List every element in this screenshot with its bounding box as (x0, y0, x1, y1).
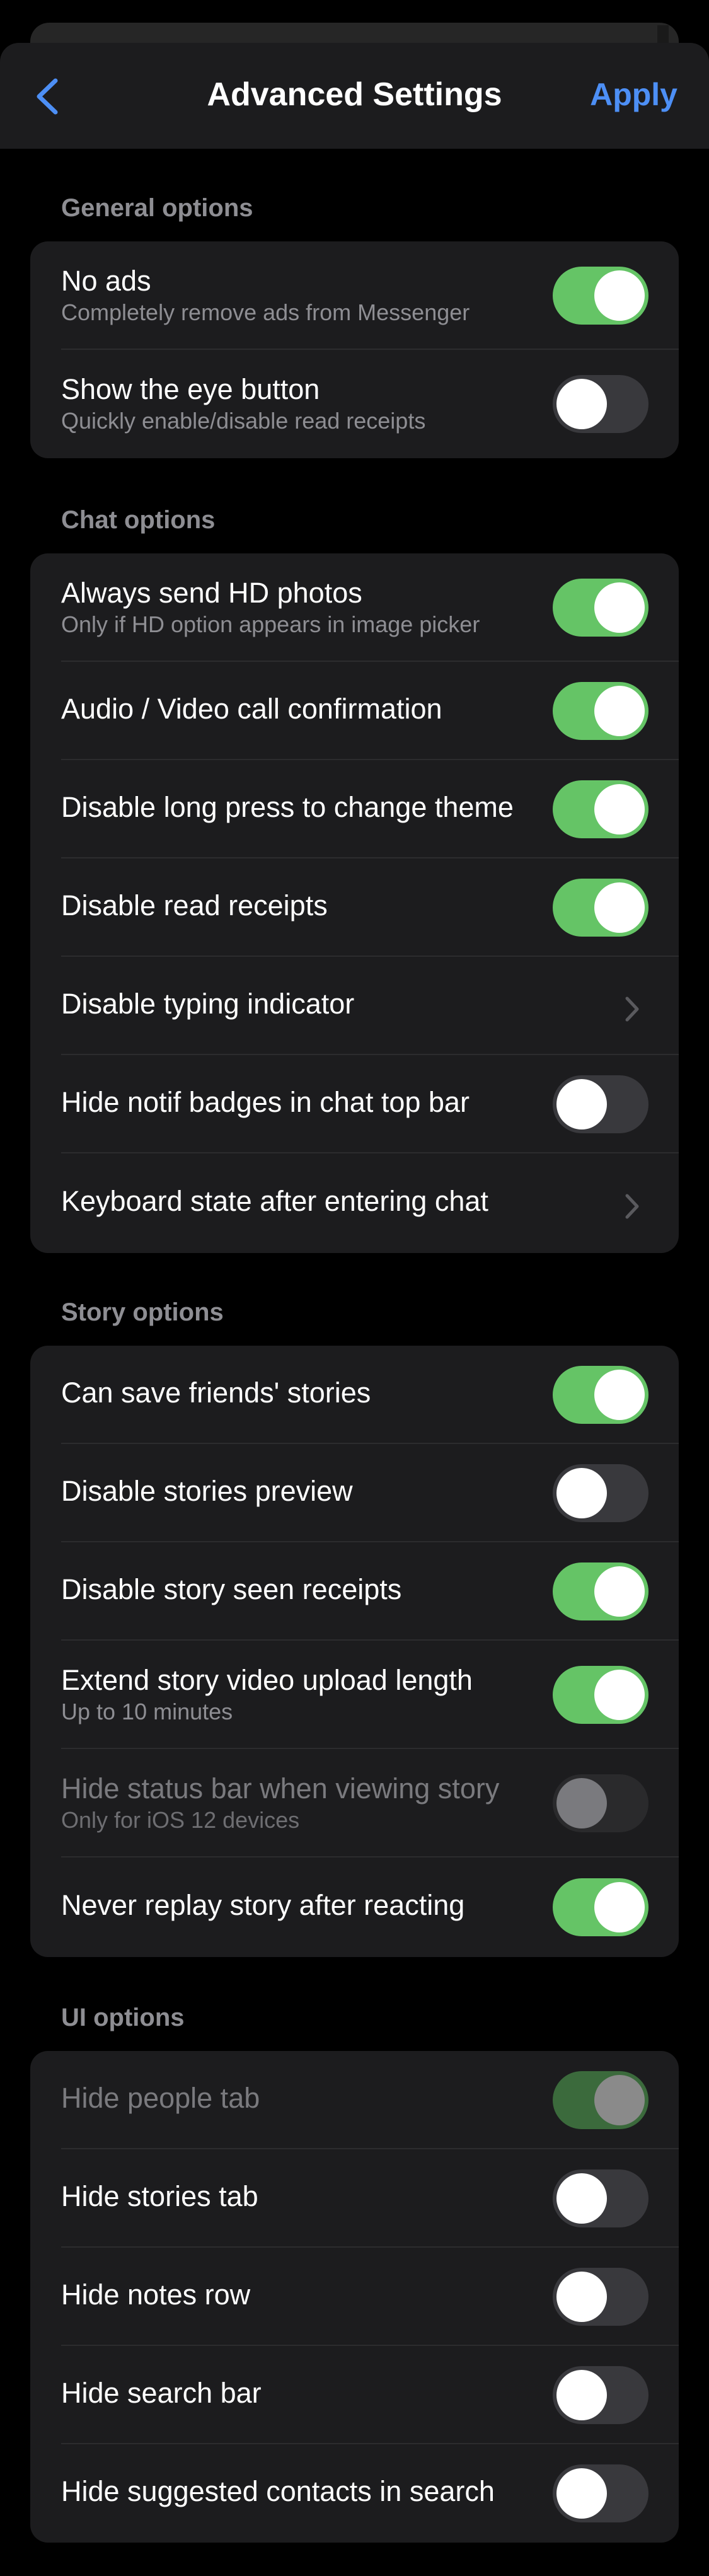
toggle-knob (594, 1882, 645, 1932)
toggle-switch[interactable] (553, 1878, 648, 1936)
setting-label: Hide suggested contacts in search (61, 2475, 495, 2507)
toggle-switch[interactable] (553, 2366, 648, 2424)
setting-row-no-ads: No ads Completely remove ads from Messeng… (30, 241, 679, 350)
toggle-knob (556, 1468, 607, 1518)
toggle-switch[interactable] (553, 1666, 648, 1724)
setting-row-disable-stories-preview: Disable stories preview (30, 1444, 679, 1542)
toggle-knob (594, 882, 645, 933)
setting-row-extend-story-video-upload-length: Extend story video upload length Up to 10… (30, 1641, 679, 1749)
setting-label: Hide search bar (61, 2377, 262, 2409)
setting-label: Always send HD photos (61, 577, 362, 609)
setting-row-never-replay-story-after-reacting: Never replay story after reacting (30, 1857, 679, 1957)
setting-label: Can save friends' stories (61, 1377, 371, 1409)
setting-label: Never replay story after reacting (61, 1889, 465, 1921)
chevron-right-icon (623, 1192, 641, 1221)
setting-label: Extend story video upload length (61, 1664, 473, 1696)
setting-description: Only if HD option appears in image picke… (61, 611, 480, 637)
toggle-switch (553, 1774, 648, 1832)
setting-row-hide-notes-row: Hide notes row (30, 2248, 679, 2346)
toggle-knob (556, 2272, 607, 2322)
setting-row-hide-search-bar: Hide search bar (30, 2346, 679, 2444)
toggle-switch[interactable] (553, 267, 648, 325)
section-header-story-options: Story options (61, 1298, 224, 1326)
toggle-knob (594, 1670, 645, 1720)
toggle-switch[interactable] (553, 780, 648, 838)
setting-row-disable-long-press-to-change-theme: Disable long press to change theme (30, 760, 679, 858)
setting-row-can-save-friends-stories: Can save friends' stories (30, 1346, 679, 1444)
toggle-switch[interactable] (553, 1562, 648, 1620)
toggle-switch[interactable] (553, 375, 648, 433)
setting-row-disable-typing-indicator[interactable]: Disable typing indicator (30, 957, 679, 1055)
setting-row-always-send-hd-photos: Always send HD photos Only if HD option a… (30, 553, 679, 662)
setting-description: Only for iOS 12 devices (61, 1807, 300, 1833)
toggle-knob (556, 1079, 607, 1129)
toggle-switch[interactable] (553, 2464, 648, 2522)
setting-row-keyboard-state-after-entering-chat[interactable]: Keyboard state after entering chat (30, 1153, 679, 1253)
navigation-bar: Advanced Settings Apply (0, 43, 709, 149)
settings-group-general-options: No ads Completely remove ads from Messeng… (30, 241, 679, 458)
setting-label: Disable typing indicator (61, 988, 355, 1020)
section-header-general-options: General options (61, 194, 253, 222)
setting-row-hide-stories-tab: Hide stories tab (30, 2149, 679, 2248)
settings-group-ui-options: Hide people tab Hide stories tab Hide note… (30, 2051, 679, 2543)
toggle-switch[interactable] (553, 1075, 648, 1133)
toggle-knob (594, 784, 645, 835)
toggle-knob (556, 2370, 607, 2420)
toggle-switch[interactable] (553, 1464, 648, 1522)
setting-row-disable-story-seen-receipts: Disable story seen receipts (30, 1542, 679, 1641)
setting-row-disable-read-receipts: Disable read receipts (30, 858, 679, 957)
setting-row-hide-notif-badges-in-chat-top-bar: Hide notif badges in chat top bar (30, 1055, 679, 1153)
setting-label: Keyboard state after entering chat (61, 1185, 488, 1217)
apply-button[interactable]: Apply (590, 76, 677, 113)
setting-label: Disable long press to change theme (61, 791, 514, 823)
toggle-knob (594, 1370, 645, 1420)
setting-label: Disable read receipts (61, 889, 328, 921)
setting-label: Hide stories tab (61, 2180, 258, 2212)
toggle-knob (594, 270, 645, 321)
toggle-switch[interactable] (553, 879, 648, 937)
toggle-switch[interactable] (553, 2268, 648, 2326)
setting-description: Quickly enable/disable read receipts (61, 408, 426, 434)
toggle-knob (594, 2075, 645, 2125)
toggle-switch[interactable] (553, 579, 648, 637)
settings-group-story-options: Can save friends' stories Disable stories… (30, 1346, 679, 1957)
setting-row-hide-suggested-contacts-in-search: Hide suggested contacts in search (30, 2444, 679, 2543)
toggle-knob (556, 2468, 607, 2519)
setting-label: Hide people tab (61, 2082, 260, 2114)
setting-label: Hide notif badges in chat top bar (61, 1086, 470, 1118)
setting-label: Disable story seen receipts (61, 1573, 402, 1605)
setting-row-show-the-eye-button: Show the eye button Quickly enable/disabl… (30, 350, 679, 458)
setting-label: Show the eye button (61, 373, 320, 405)
section-header-chat-options: Chat options (61, 506, 216, 534)
setting-row-hide-people-tab: Hide people tab (30, 2051, 679, 2149)
toggle-switch (553, 2071, 648, 2129)
toggle-knob (594, 686, 645, 736)
toggle-knob (594, 582, 645, 633)
setting-row-hide-status-bar-when-viewing-story: Hide status bar when viewing story Only f… (30, 1749, 679, 1857)
toggle-knob (594, 1566, 645, 1617)
setting-row-audio-video-call-confirmation: Audio / Video call confirmation (30, 662, 679, 760)
toggle-switch[interactable] (553, 2169, 648, 2227)
toggle-knob (556, 2173, 607, 2224)
toggle-switch[interactable] (553, 1366, 648, 1424)
setting-label: Audio / Video call confirmation (61, 693, 442, 725)
chevron-right-icon (623, 995, 641, 1024)
setting-description: Up to 10 minutes (61, 1699, 233, 1724)
settings-group-chat-options: Always send HD photos Only if HD option a… (30, 553, 679, 1253)
setting-label: Hide status bar when viewing story (61, 1772, 500, 1805)
toggle-knob (556, 1778, 607, 1828)
setting-label: Hide notes row (61, 2279, 251, 2311)
toggle-knob (556, 379, 607, 429)
setting-label: No ads (61, 265, 151, 297)
toggle-switch[interactable] (553, 682, 648, 740)
section-header-ui-options: UI options (61, 2004, 185, 2031)
setting-label: Disable stories preview (61, 1475, 353, 1507)
setting-description: Completely remove ads from Messenger (61, 299, 470, 325)
